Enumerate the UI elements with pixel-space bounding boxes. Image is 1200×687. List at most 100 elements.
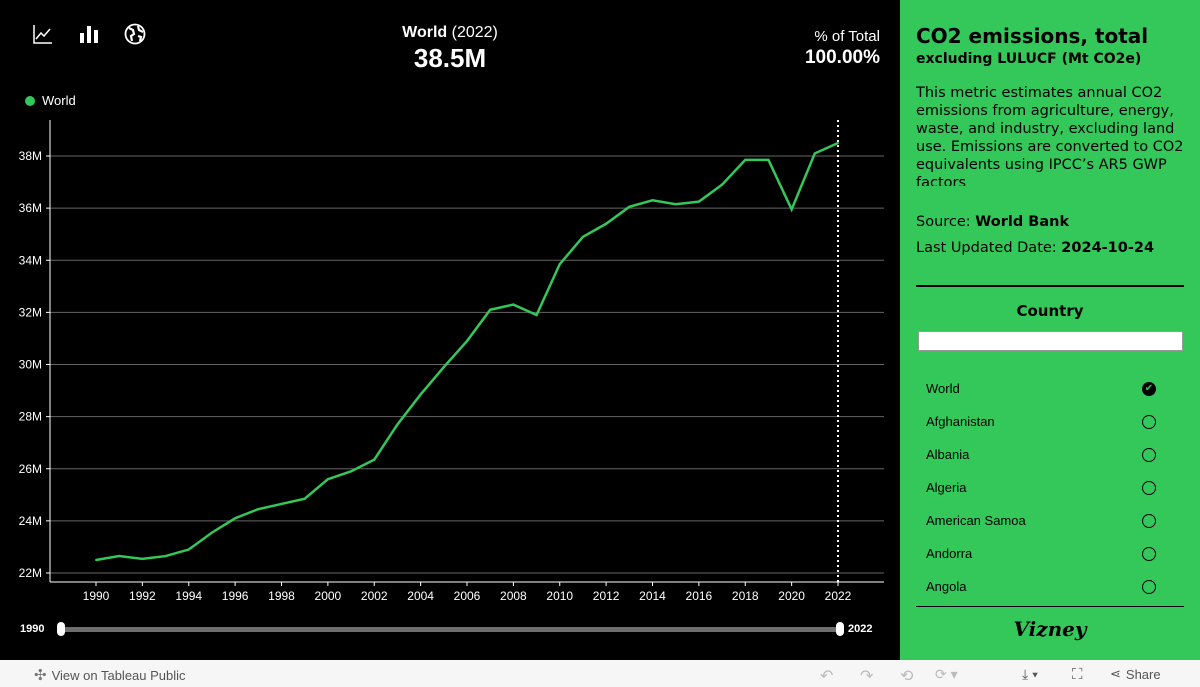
x-tick-label: 1990	[83, 589, 110, 600]
legend-dot	[25, 95, 35, 106]
country-item[interactable]: Afghanistan	[926, 414, 1156, 429]
data-point	[651, 199, 654, 202]
x-tick-label: 2002	[361, 589, 388, 600]
data-point	[674, 203, 677, 206]
y-tick-label: 30M	[19, 358, 42, 372]
fullscreen-icon[interactable]: ⛶	[1072, 666, 1083, 683]
slider-max-label: 2022	[848, 623, 873, 635]
data-point	[558, 263, 561, 266]
data-point	[257, 508, 260, 511]
country-filter-title: Country	[1016, 302, 1084, 320]
tableau-toolbar: ✣ View on Tableau Public ↶ ↷ ⟲ ⟳ ▾ ⤓ ▾ ⛶…	[0, 660, 1200, 687]
data-point	[234, 517, 237, 520]
chart-area: World (2022) 38.5M % of Total 100.00% Wo…	[0, 0, 900, 660]
data-point	[118, 555, 121, 558]
x-tick-label: 2022	[825, 589, 852, 600]
revert-icon[interactable]: ⟲	[900, 666, 913, 686]
pct-label: % of Total	[814, 28, 880, 45]
data-point	[280, 502, 283, 505]
data-point	[164, 555, 167, 558]
x-tick-label: 1998	[268, 589, 295, 600]
data-point	[350, 470, 353, 473]
vizney-logo: Vizney	[1013, 617, 1087, 641]
data-point	[141, 557, 144, 560]
checked-radio-icon[interactable]: ✔	[1142, 381, 1156, 396]
source-value: World Bank	[975, 214, 1070, 230]
y-tick-label: 26M	[19, 462, 42, 476]
divider	[916, 606, 1184, 607]
metric-description: This metric estimates annual CO2 emissio…	[916, 85, 1184, 186]
data-point	[210, 531, 213, 534]
country-item[interactable]: Algeria	[926, 480, 1156, 495]
data-point	[535, 313, 538, 316]
slider-track[interactable]	[60, 627, 840, 632]
line-chart-icon[interactable]	[31, 22, 55, 46]
view-on-tableau-link[interactable]: ✣ View on Tableau Public	[34, 666, 186, 684]
data-point	[303, 497, 306, 500]
y-tick-label: 28M	[19, 410, 42, 424]
data-point	[95, 558, 97, 561]
y-tick-label: 32M	[19, 305, 42, 319]
share-button[interactable]: ⋖ Share	[1110, 666, 1161, 682]
country-item[interactable]: Albania	[926, 447, 1156, 462]
country-item[interactable]: American Samoa	[926, 513, 1156, 528]
country-item[interactable]: Andorra	[926, 546, 1156, 561]
data-point	[790, 208, 793, 211]
country-search-input[interactable]	[918, 331, 1183, 351]
divider	[916, 285, 1184, 287]
share-icon: ⋖	[1110, 666, 1121, 681]
percent-of-total: % of Total 100.00%	[805, 28, 880, 69]
x-tick-label: 2012	[593, 589, 620, 600]
data-point	[721, 183, 724, 186]
y-tick-label: 24M	[19, 514, 42, 528]
data-point	[187, 548, 190, 551]
pct-value: 100.00%	[804, 47, 880, 68]
kpi: World (2022) 38.5M	[300, 24, 600, 74]
data-point	[628, 205, 631, 208]
country-name: American Samoa	[926, 513, 1026, 528]
x-tick-label: 2016	[686, 589, 713, 600]
undo-icon[interactable]: ↶	[820, 666, 833, 686]
x-tick-label: 1996	[222, 589, 249, 600]
data-point	[442, 366, 445, 369]
legend-label: World	[42, 93, 76, 108]
data-point	[605, 222, 608, 225]
updated-value: 2024-10-24	[1061, 240, 1155, 256]
year-slider[interactable]: 1990 2022	[0, 618, 900, 642]
legend: World	[25, 93, 76, 108]
download-icon[interactable]: ⤓ ▾	[1022, 666, 1038, 683]
radio-icon[interactable]	[1142, 513, 1156, 528]
data-point	[744, 158, 747, 161]
bar-chart-icon[interactable]	[77, 22, 101, 46]
data-point	[581, 235, 584, 238]
radio-icon[interactable]	[1142, 480, 1156, 495]
y-tick-label: 38M	[19, 149, 42, 163]
x-tick-label: 2004	[407, 589, 434, 600]
x-tick-label: 1994	[175, 589, 202, 600]
country-name: World	[926, 381, 960, 396]
data-point	[813, 152, 816, 155]
country-name: Andorra	[926, 546, 973, 561]
kpi-value: 38.5M	[413, 43, 487, 73]
source: Source: World Bank	[916, 214, 1069, 230]
data-point	[767, 158, 770, 161]
country-name: Albania	[926, 447, 970, 462]
radio-icon[interactable]	[1142, 546, 1156, 561]
country-name: Angola	[926, 579, 967, 594]
slider-min-label: 1990	[20, 623, 45, 635]
radio-icon[interactable]	[1142, 447, 1156, 462]
data-point	[512, 303, 515, 306]
globe-icon[interactable]	[123, 22, 147, 46]
x-tick-label: 2008	[500, 589, 527, 600]
data-point	[326, 478, 329, 481]
country-item[interactable]: World ✔	[926, 381, 1156, 396]
redo-icon[interactable]: ↷	[860, 666, 873, 686]
radio-icon[interactable]	[1142, 414, 1156, 429]
slider-max-handle[interactable]	[836, 622, 844, 636]
country-item[interactable]: Angola	[926, 579, 1156, 594]
refresh-icon[interactable]: ⟳ ▾	[935, 666, 958, 683]
radio-icon[interactable]	[1142, 579, 1156, 594]
country-name: Afghanistan	[926, 414, 995, 429]
data-point	[466, 340, 468, 343]
slider-min-handle[interactable]	[57, 622, 65, 636]
